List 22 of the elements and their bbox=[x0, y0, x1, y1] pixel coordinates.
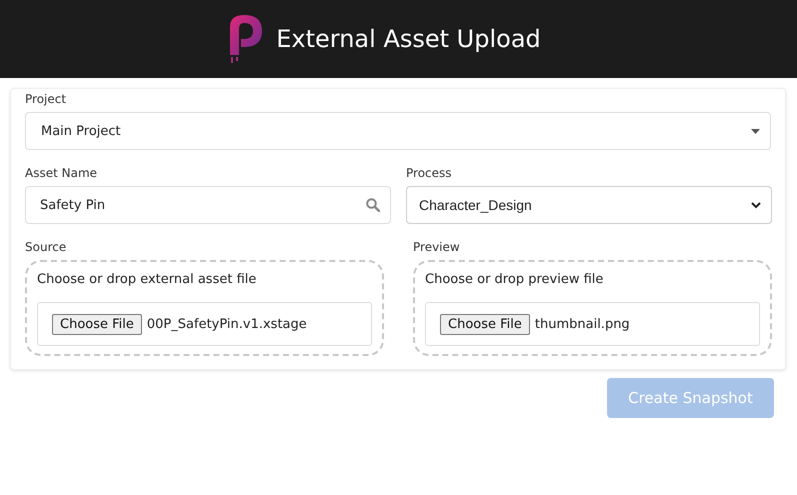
choose-file-button[interactable]: Choose File bbox=[440, 314, 530, 334]
file-field[interactable]: Choose File thumbnail.png bbox=[425, 302, 760, 346]
field-label: Source bbox=[25, 240, 68, 254]
file-field[interactable]: Choose File 00P_SafetyPin.v1.xstage bbox=[37, 302, 372, 346]
drop-zone[interactable]: Choose or drop preview file Choose File thumbnail.png bbox=[413, 260, 772, 356]
file-name: 00P_SafetyPin.v1.xstage bbox=[146, 316, 307, 332]
page-title: External Asset Upload bbox=[276, 25, 541, 53]
field-label: Asset Name bbox=[25, 166, 98, 180]
choose-file-button[interactable]: Choose File bbox=[52, 314, 142, 334]
file-name: thumbnail.png bbox=[534, 316, 630, 332]
drop-prompt: Choose or drop external asset file bbox=[37, 272, 258, 287]
caret-icon bbox=[751, 128, 760, 134]
field-label: Preview bbox=[413, 240, 461, 254]
drop-zone[interactable]: Choose or drop external asset file Choose File 00P_SafetyPin.v1.xstage bbox=[25, 260, 384, 356]
process-select[interactable]: Character_Design bbox=[406, 186, 772, 224]
chevron-icon bbox=[751, 202, 761, 208]
field-label: Process bbox=[406, 166, 453, 180]
drop-prompt: Choose or drop preview file bbox=[425, 272, 604, 287]
field-label: Project bbox=[25, 92, 68, 106]
search-icon bbox=[366, 198, 380, 212]
search-field[interactable]: Safety Pin bbox=[25, 186, 391, 224]
project-select[interactable]: Main Project bbox=[25, 112, 771, 150]
